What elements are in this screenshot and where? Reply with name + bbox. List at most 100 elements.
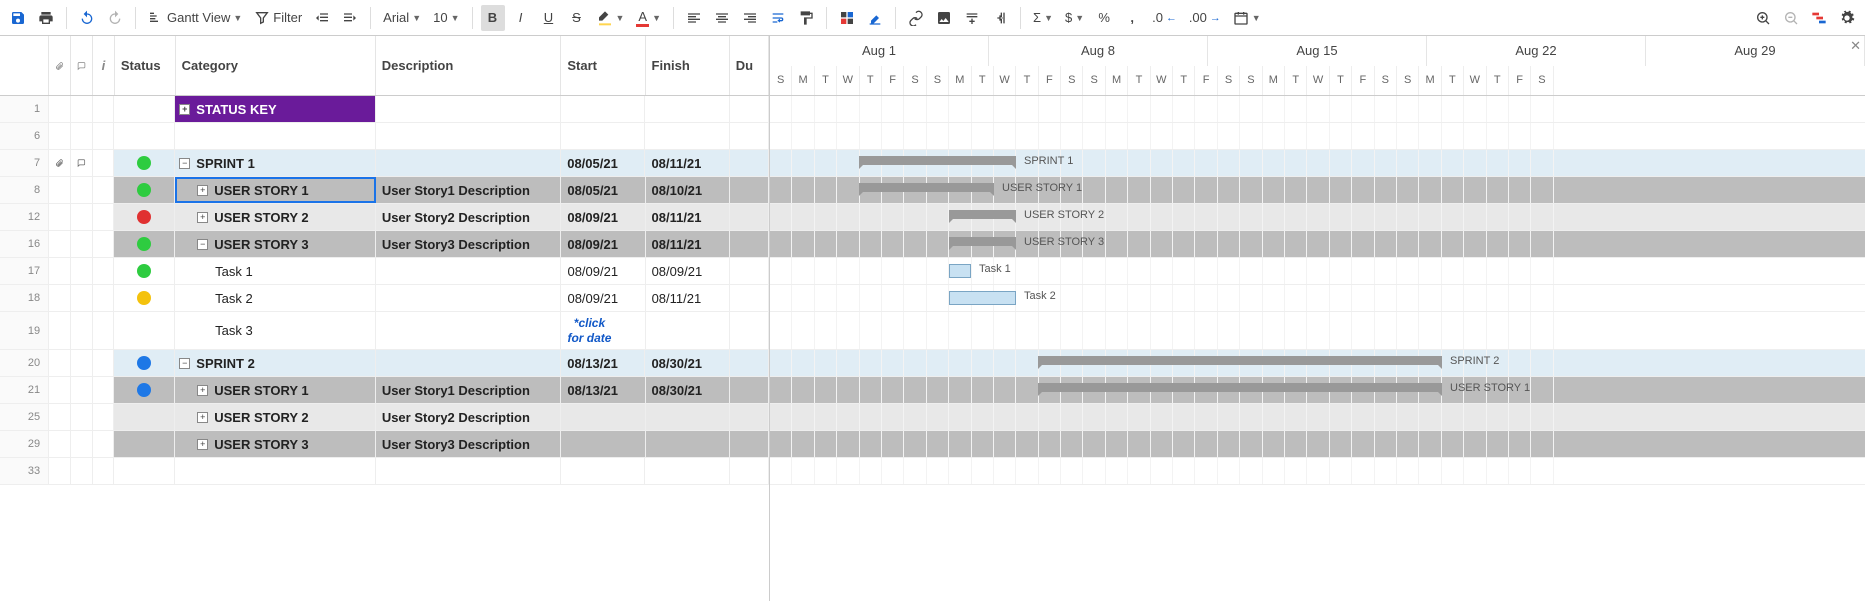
- attachment-cell[interactable]: [49, 404, 71, 430]
- comment-header[interactable]: [71, 36, 93, 95]
- row-number[interactable]: 7: [0, 150, 49, 176]
- expander-icon[interactable]: +: [197, 385, 208, 396]
- save-button[interactable]: [6, 5, 30, 31]
- timeline-row[interactable]: USER STORY 3: [770, 231, 1865, 258]
- table-row[interactable]: 25+USER STORY 2User Story2 Description: [0, 404, 769, 431]
- comment-cell[interactable]: [71, 350, 93, 376]
- status-cell[interactable]: [114, 431, 175, 457]
- status-cell[interactable]: [114, 258, 175, 284]
- timeline-row[interactable]: [770, 431, 1865, 458]
- duration-cell[interactable]: [730, 204, 769, 230]
- status-cell[interactable]: [114, 312, 175, 349]
- info-cell[interactable]: [93, 350, 115, 376]
- underline-button[interactable]: U: [537, 5, 561, 31]
- timeline-row[interactable]: SPRINT 1: [770, 150, 1865, 177]
- duration-cell[interactable]: [730, 96, 769, 122]
- category-cell[interactable]: [175, 458, 375, 484]
- gantt-bar[interactable]: [859, 183, 994, 192]
- row-number[interactable]: 16: [0, 231, 49, 257]
- attachment-cell[interactable]: [49, 231, 71, 257]
- info-header[interactable]: i: [93, 36, 115, 95]
- finish-cell[interactable]: 08/11/21: [645, 150, 729, 176]
- start-cell[interactable]: 08/13/21: [561, 350, 645, 376]
- expander-icon[interactable]: −: [179, 158, 190, 169]
- settings-button[interactable]: [1835, 5, 1859, 31]
- link-button[interactable]: [904, 5, 928, 31]
- category-header[interactable]: Category: [176, 36, 376, 95]
- timeline-row[interactable]: [770, 123, 1865, 150]
- comment-cell[interactable]: [71, 96, 93, 122]
- comment-cell[interactable]: [71, 404, 93, 430]
- row-number[interactable]: 8: [0, 177, 49, 203]
- wrap-button[interactable]: [766, 5, 790, 31]
- row-number[interactable]: 18: [0, 285, 49, 311]
- zoom-in-button[interactable]: [1751, 5, 1775, 31]
- status-cell[interactable]: [114, 204, 175, 230]
- finish-cell[interactable]: 08/09/21: [646, 258, 730, 284]
- finish-cell[interactable]: 08/30/21: [645, 350, 729, 376]
- start-cell[interactable]: [561, 431, 645, 457]
- timeline-row[interactable]: USER STORY 1: [770, 377, 1865, 404]
- status-cell[interactable]: [114, 404, 175, 430]
- date-format-button[interactable]: ▼: [1229, 5, 1265, 31]
- align-left-button[interactable]: [682, 5, 706, 31]
- gantt-bar[interactable]: [859, 156, 1016, 165]
- timeline-row[interactable]: SPRINT 2: [770, 350, 1865, 377]
- gantt-bar[interactable]: [1038, 383, 1442, 392]
- fill-color-button[interactable]: ▼: [593, 5, 629, 31]
- finish-cell[interactable]: [645, 458, 729, 484]
- info-cell[interactable]: [93, 258, 115, 284]
- table-row[interactable]: 33: [0, 458, 769, 485]
- duration-cell[interactable]: [730, 404, 769, 430]
- description-cell[interactable]: User Story3 Description: [376, 431, 562, 457]
- row-number[interactable]: 6: [0, 123, 49, 149]
- attachment-cell[interactable]: [49, 312, 71, 349]
- currency-button[interactable]: $▼: [1061, 5, 1088, 31]
- table-row[interactable]: 18Task 208/09/2108/11/21: [0, 285, 769, 312]
- duration-cell[interactable]: [730, 350, 769, 376]
- font-name-dropdown[interactable]: Arial▼: [379, 5, 425, 31]
- table-row[interactable]: 16−USER STORY 3User Story3 Description08…: [0, 231, 769, 258]
- bold-button[interactable]: B: [481, 5, 505, 31]
- start-cell[interactable]: [561, 96, 645, 122]
- status-cell[interactable]: [114, 377, 175, 403]
- comment-cell[interactable]: [71, 458, 93, 484]
- attachment-header[interactable]: [49, 36, 71, 95]
- start-cell[interactable]: [561, 404, 645, 430]
- description-cell[interactable]: [376, 312, 561, 349]
- start-cell[interactable]: *clickfor date: [561, 312, 645, 349]
- timeline-row[interactable]: USER STORY 2: [770, 204, 1865, 231]
- start-cell[interactable]: 08/13/21: [561, 377, 645, 403]
- thousands-button[interactable]: ,: [1120, 5, 1144, 31]
- timeline-row[interactable]: Task 1: [770, 258, 1865, 285]
- status-cell[interactable]: [114, 123, 175, 149]
- percent-button[interactable]: %: [1092, 5, 1116, 31]
- comment-cell[interactable]: [71, 150, 93, 176]
- font-size-dropdown[interactable]: 10▼: [429, 5, 463, 31]
- row-number[interactable]: 20: [0, 350, 49, 376]
- info-cell[interactable]: [93, 285, 115, 311]
- category-cell[interactable]: Task 3: [175, 312, 376, 349]
- status-cell[interactable]: [114, 96, 175, 122]
- info-cell[interactable]: [93, 123, 115, 149]
- timeline-row[interactable]: [770, 458, 1865, 485]
- text-color-button[interactable]: A▼: [632, 5, 665, 31]
- timeline-row[interactable]: [770, 404, 1865, 431]
- attachment-cell[interactable]: [49, 123, 71, 149]
- table-row[interactable]: 21+USER STORY 1User Story1 Description08…: [0, 377, 769, 404]
- table-row[interactable]: 19 Task 3 *clickfor date: [0, 312, 769, 350]
- row-number[interactable]: 19: [0, 312, 49, 349]
- gantt-bar[interactable]: [949, 210, 1016, 219]
- redo-button[interactable]: [103, 5, 127, 31]
- table-row[interactable]: 1+STATUS KEY: [0, 96, 769, 123]
- critical-path-button[interactable]: [1807, 5, 1831, 31]
- duration-cell[interactable]: [730, 258, 769, 284]
- duration-cell[interactable]: [730, 123, 769, 149]
- status-cell[interactable]: [114, 350, 175, 376]
- comment-cell[interactable]: [71, 312, 93, 349]
- timeline-row[interactable]: Task 2: [770, 285, 1865, 312]
- comment-cell[interactable]: [71, 258, 93, 284]
- comment-cell[interactable]: [71, 177, 93, 203]
- expander-icon[interactable]: +: [197, 185, 208, 196]
- description-cell[interactable]: User Story1 Description: [376, 377, 562, 403]
